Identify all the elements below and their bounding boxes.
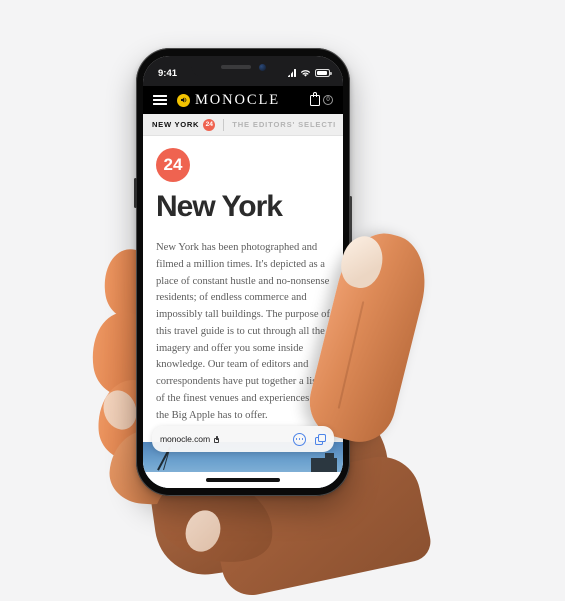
site-header: MONOCLE 0 [143, 86, 343, 114]
section-nav[interactable]: NEW YORK 24 THE EDITORS' SELECTI [143, 114, 343, 136]
photo-building [311, 453, 337, 472]
lock-icon [214, 435, 220, 443]
status-time: 9:41 [158, 67, 178, 79]
url-text: monocle.com [160, 434, 211, 444]
phone-screen: 9:41 MONOCLE 0 NEW YORK 24 THE EDITORS' … [143, 56, 343, 488]
article-body: New York has been photographed and filme… [156, 242, 331, 421]
shopping-bag-icon [310, 92, 320, 106]
tabs-icon[interactable] [315, 433, 326, 445]
front-camera-icon [258, 63, 266, 71]
safari-address-bar[interactable]: monocle.com [152, 426, 334, 452]
cart-button[interactable]: 0 [310, 92, 333, 106]
ellipsis-circle-icon[interactable] [293, 432, 306, 446]
brand-logo[interactable]: MONOCLE [177, 92, 280, 109]
page-title: New York [156, 190, 283, 223]
notch [191, 56, 295, 78]
battery-icon [315, 69, 332, 77]
nav-divider [223, 118, 225, 131]
nav-tab-badge: 24 [203, 118, 216, 131]
phone-device: 9:41 MONOCLE 0 NEW YORK 24 THE EDITORS' … [134, 48, 352, 496]
nav-tab-label: NEW YORK [152, 120, 200, 129]
hamburger-menu-icon[interactable] [153, 94, 167, 106]
home-indicator[interactable] [206, 478, 280, 482]
article-number-badge: 24 [156, 148, 190, 182]
nav-tab-editors-selection[interactable]: THE EDITORS' SELECTI [232, 120, 336, 129]
scene: 9:41 MONOCLE 0 NEW YORK 24 THE EDITORS' … [0, 0, 565, 601]
nav-tab-new-york[interactable]: NEW YORK 24 [152, 118, 216, 131]
home-indicator-area [143, 472, 343, 488]
volume-button[interactable] [134, 178, 137, 208]
article-content: 24 New York New York has been photograph… [143, 136, 343, 488]
cart-count-badge: 0 [323, 95, 333, 105]
wifi-icon [301, 69, 310, 77]
safari-actions [293, 432, 326, 446]
lower-fingernail [180, 505, 226, 557]
nav-tab-label: THE EDITORS' SELECTI [232, 120, 337, 129]
earpiece-speaker-icon [220, 65, 251, 69]
photo-mast-secondary [163, 450, 170, 471]
brand-name: MONOCLE [195, 91, 280, 108]
speaker-icon[interactable] [177, 93, 190, 107]
